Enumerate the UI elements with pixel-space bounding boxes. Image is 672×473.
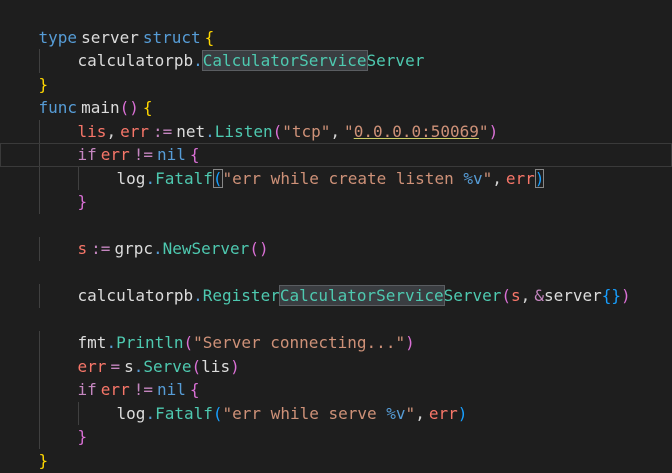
- open-paren: (: [501, 286, 512, 305]
- variable-s: s: [511, 286, 521, 305]
- code-editor[interactable]: type server struct{ calculatorpb.Calculato…: [0, 0, 672, 473]
- parens: (): [249, 239, 269, 258]
- code-line-19[interactable]: }: [0, 425, 672, 470]
- code-line-7-current[interactable]: log.Fatalf("err while create listen %v",…: [0, 143, 672, 190]
- code-line-16[interactable]: if err != nil{: [0, 355, 672, 402]
- code-line-18[interactable]: }: [0, 402, 672, 449]
- address-operator: &: [534, 286, 544, 305]
- type-server: server: [543, 286, 602, 305]
- code-line-4[interactable]: func main(){: [0, 73, 672, 117]
- package-calculatorpb: calculatorpb: [77, 286, 194, 305]
- code-line-8[interactable]: }: [0, 167, 672, 214]
- dot-operator: .: [193, 286, 203, 305]
- close-brace: }: [38, 450, 49, 470]
- highlighted-function-segment: CalculatorService: [278, 285, 445, 306]
- code-line-10[interactable]: s:= grpc.NewServer(): [0, 214, 672, 261]
- function-segment: Register: [202, 286, 280, 305]
- indent-guide: [38, 190, 78, 214]
- braces: {}: [601, 286, 622, 305]
- close-brace: }: [77, 192, 88, 211]
- function-segment: Server: [443, 286, 502, 305]
- close-paren: ): [621, 286, 631, 305]
- code-line-15[interactable]: err = s.Serve(lis): [0, 331, 672, 378]
- code-line-14[interactable]: fmt.Println("Server connecting..."): [0, 308, 672, 355]
- code-line-5[interactable]: lis, err:= net.Listen("tcp", "0.0.0.0:50069…: [0, 96, 672, 143]
- code-line-2[interactable]: calculatorpb.CalculatorServiceServer: [0, 26, 672, 73]
- code-line-3[interactable]: }: [0, 49, 672, 94]
- function-newserver: NewServer: [162, 239, 250, 258]
- assign-operator: :=: [91, 239, 111, 258]
- code-line-17[interactable]: log.Fatalf("err while serve %v", err): [0, 378, 672, 425]
- code-line-12[interactable]: calculatorpb.RegisterCalculatorServiceSe…: [0, 261, 672, 308]
- variable-s: s: [77, 239, 88, 258]
- dot-operator: .: [152, 239, 163, 258]
- indent-guide: [38, 284, 78, 308]
- code-line-6[interactable]: if err != nil{: [0, 120, 672, 167]
- comma: ,: [520, 286, 531, 305]
- indent-guide: [38, 237, 78, 261]
- code-line-1[interactable]: type server struct{: [0, 2, 672, 47]
- package-grpc: grpc: [114, 239, 153, 258]
